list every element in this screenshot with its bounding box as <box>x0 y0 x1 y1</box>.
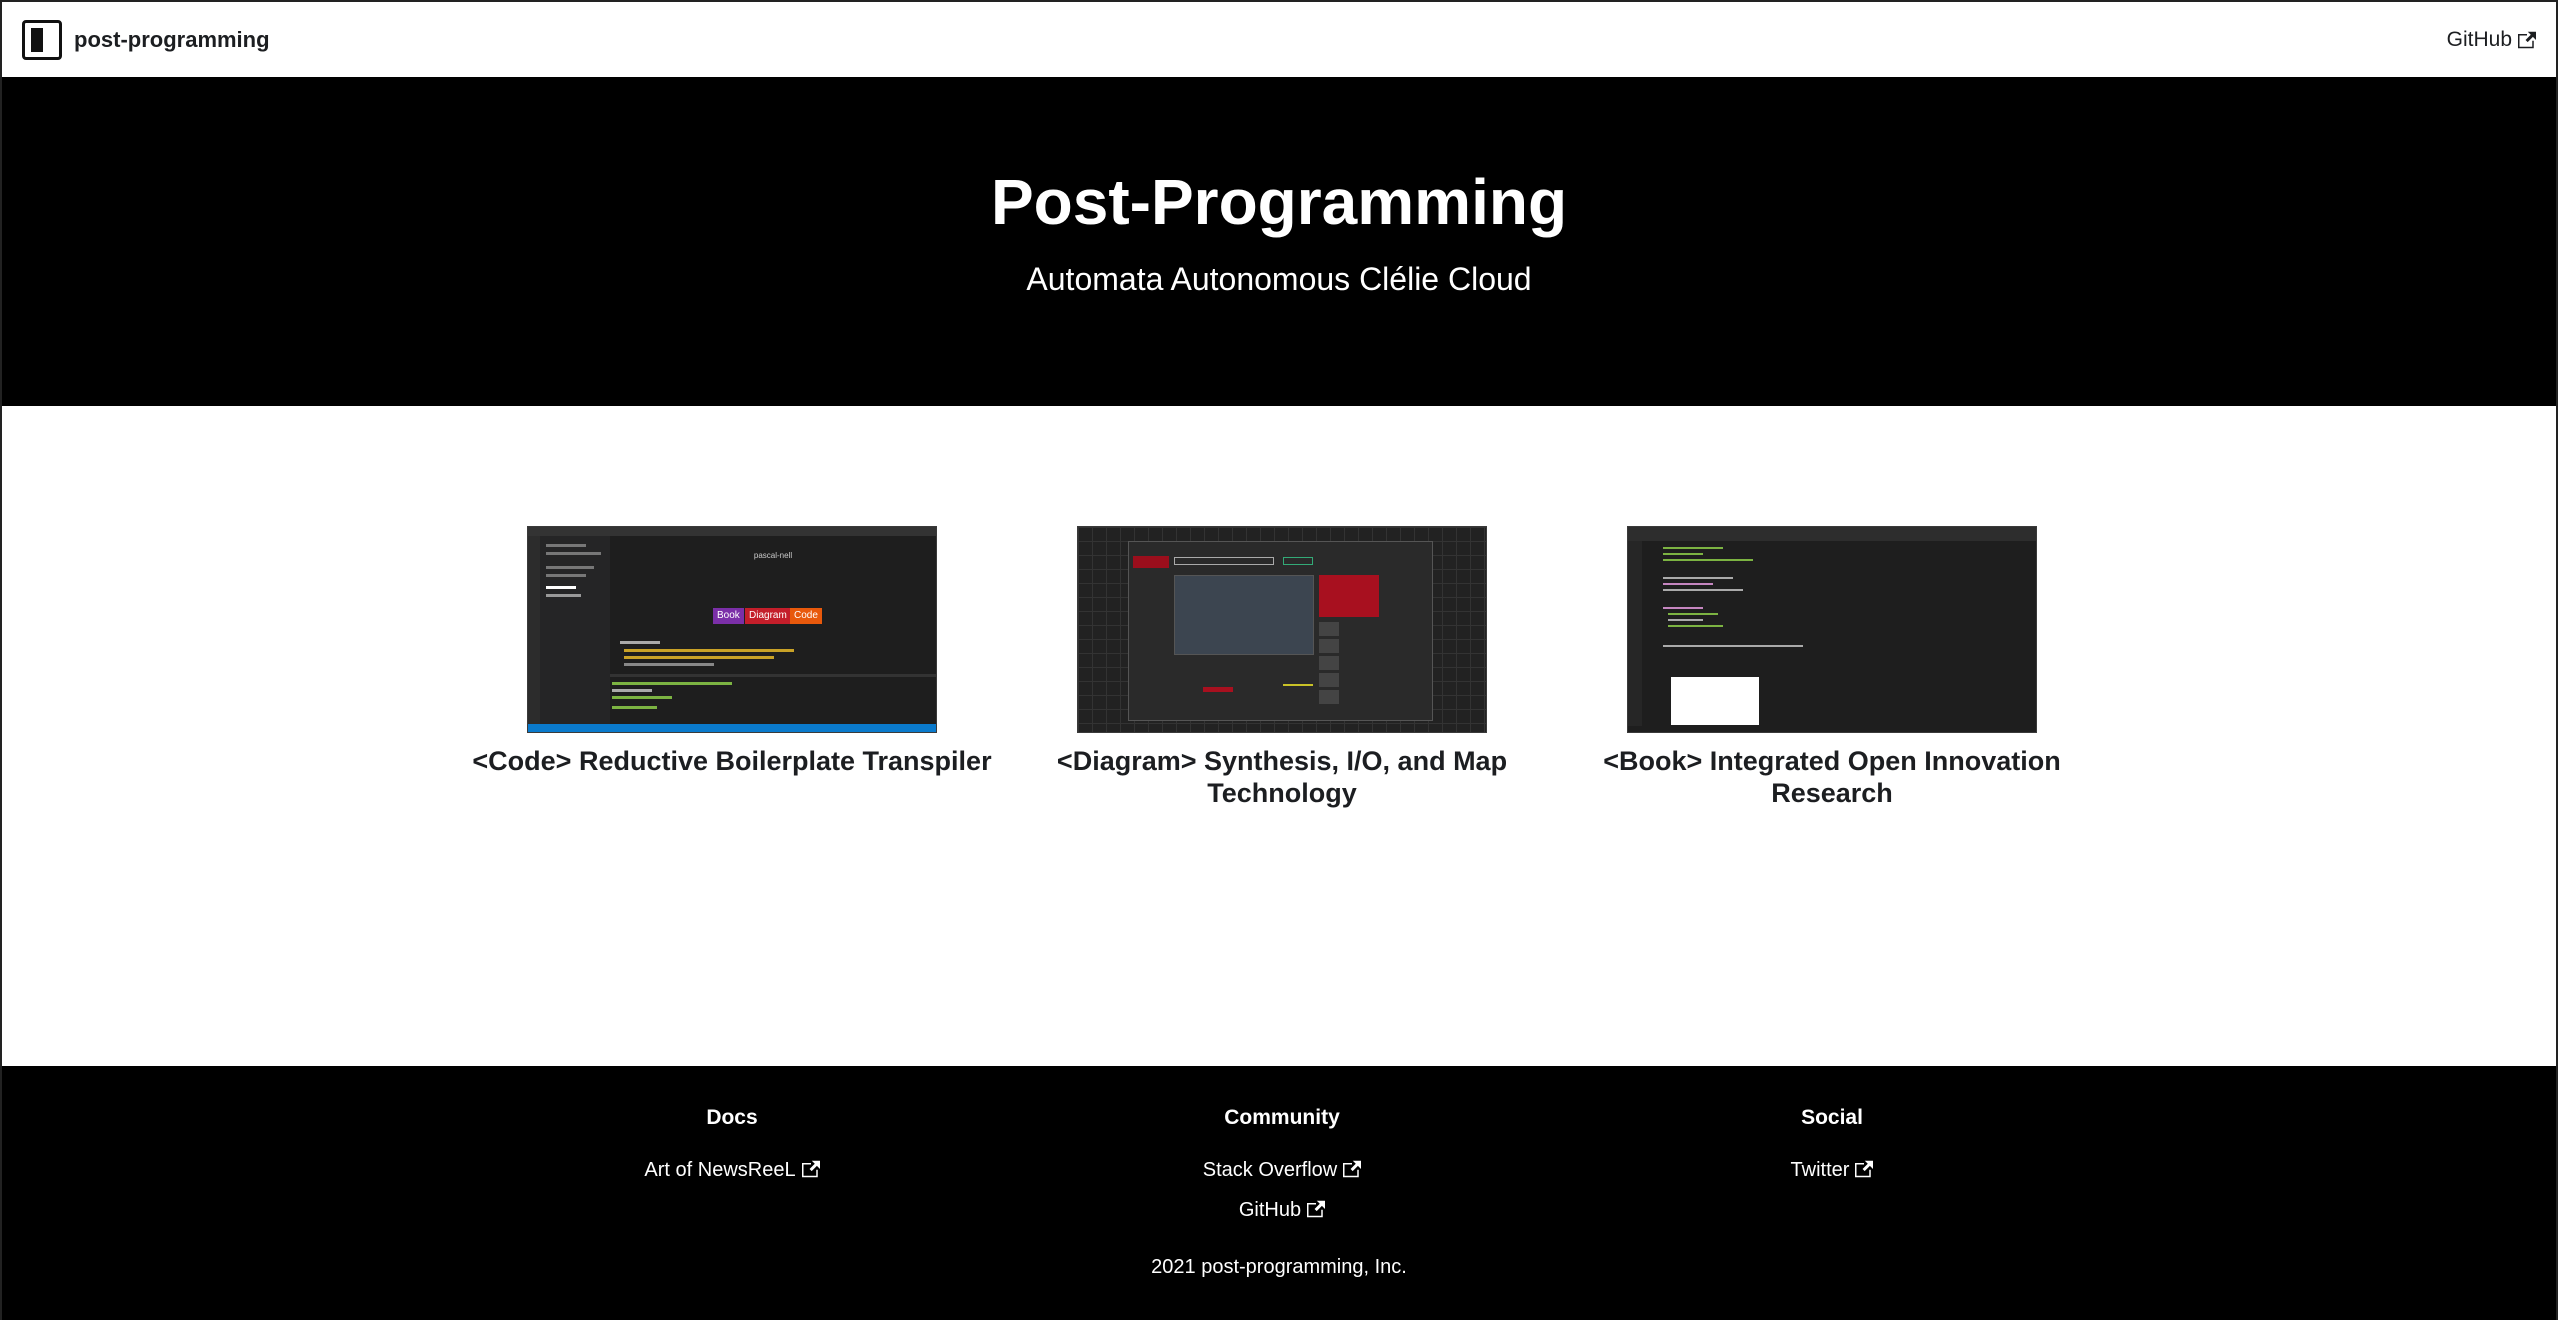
footer-link-label: Stack Overflow <box>1202 1159 1338 1181</box>
github-nav-label: GitHub <box>2446 27 2512 51</box>
footer-heading-community: Community <box>1224 1106 1340 1129</box>
external-link-icon <box>1343 1160 1362 1178</box>
feature-diagram: <Diagram> Synthesis, I/O, and Map Techno… <box>1022 526 1542 809</box>
footer-link-stackoverflow[interactable]: Stack Overflow <box>1082 1158 1482 1182</box>
footer-heading-social: Social <box>1801 1106 1863 1129</box>
external-link-icon <box>2518 31 2536 48</box>
feature-book: <Book> Integrated Open Innovation Resear… <box>1572 526 2092 809</box>
footer-link-label: GitHub <box>1238 1199 1302 1221</box>
copyright: 2021 post-programming, Inc. <box>1151 1256 1407 1278</box>
thumb-title: pascal-nell <box>753 551 793 560</box>
footer-link-newsreel[interactable]: Art of NewsReeL <box>532 1158 932 1182</box>
external-link-icon <box>1307 1200 1326 1218</box>
thumb-pill-diagram: Diagram <box>745 608 791 624</box>
github-nav-link[interactable]: GitHub <box>2447 28 2536 52</box>
logo-icon <box>22 19 62 60</box>
feature-diagram-title: <Diagram> Synthesis, I/O, and Map Techno… <box>1056 746 1508 808</box>
feature-book-screenshot <box>1627 526 2037 733</box>
footer-column-docs: Docs Art of NewsReeL <box>532 1106 932 1198</box>
footer-link-label: Art of NewsReeL <box>644 1159 796 1181</box>
hero-tagline: Automata Autonomous Clélie Cloud <box>1026 261 1532 297</box>
features-section: pascal-nell Book Diagram Code <Code> Red… <box>2 406 2556 1066</box>
thumb-pill-book: Book <box>713 608 744 624</box>
feature-book-title: <Book> Integrated Open Innovation Resear… <box>1603 746 2061 808</box>
footer-column-social: Social Twitter <box>1632 1106 2032 1198</box>
feature-code-screenshot: pascal-nell Book Diagram Code <box>527 526 937 733</box>
footer-heading-docs: Docs <box>706 1106 758 1129</box>
brand-title: post-programming <box>74 26 270 52</box>
hero-title: Post-Programming <box>990 166 1568 238</box>
navbar: post-programming GitHub <box>2 2 2556 77</box>
external-link-icon <box>1855 1160 1874 1178</box>
feature-code-title: <Code> Reductive Boilerplate Transpiler <box>472 746 992 776</box>
footer-link-github[interactable]: GitHub <box>1082 1198 1482 1222</box>
external-link-icon <box>801 1160 820 1178</box>
footer-column-community: Community Stack Overflow GitHub <box>1082 1106 1482 1238</box>
feature-code: pascal-nell Book Diagram Code <Code> Red… <box>472 526 992 777</box>
footer-link-label: Twitter <box>1790 1159 1850 1181</box>
brand-link[interactable]: post-programming <box>22 19 270 60</box>
footer-link-twitter[interactable]: Twitter <box>1632 1158 2032 1182</box>
footer: Docs Art of NewsReeL Community Stack Ove… <box>2 1066 2556 1320</box>
feature-diagram-screenshot <box>1077 526 1487 733</box>
thumb-pill-code: Code <box>790 608 822 624</box>
hero-banner: Post-Programming Automata Autonomous Clé… <box>2 77 2556 406</box>
